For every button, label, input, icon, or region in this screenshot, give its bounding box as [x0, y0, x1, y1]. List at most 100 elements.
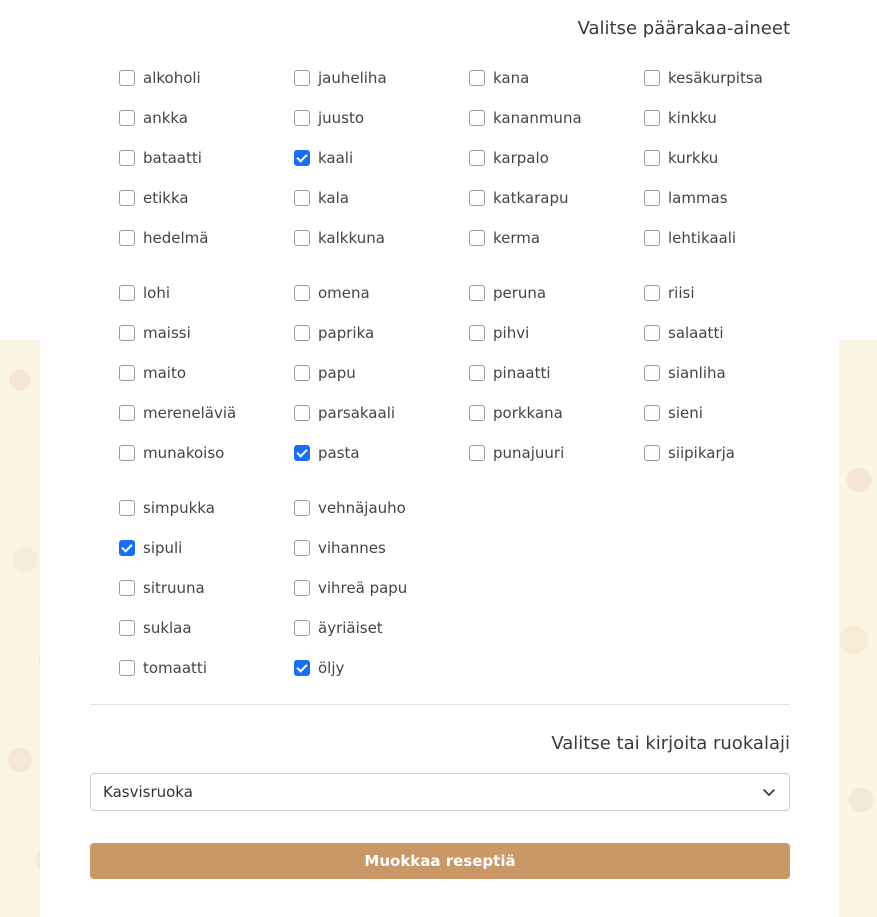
ingredient-option[interactable]: jauheliha: [294, 58, 469, 98]
ingredient-option[interactable]: lehtikaali: [644, 218, 819, 258]
ingredient-option[interactable]: katkarapu: [469, 178, 644, 218]
ingredient-option[interactable]: vehnäjauho: [294, 488, 469, 528]
ingredient-option[interactable]: karpalo: [469, 138, 644, 178]
ingredient-option[interactable]: kananmuna: [469, 98, 644, 138]
ingredient-option[interactable]: etikka: [119, 178, 294, 218]
ingredient-checkbox[interactable]: [644, 445, 660, 461]
ingredient-checkbox[interactable]: [294, 580, 310, 596]
ingredient-checkbox[interactable]: [644, 150, 660, 166]
ingredient-checkbox[interactable]: [294, 325, 310, 341]
ingredient-option[interactable]: siipikarja: [644, 433, 819, 473]
ingredient-option[interactable]: lohi: [119, 273, 294, 313]
ingredient-option[interactable]: kaali: [294, 138, 469, 178]
ingredient-checkbox[interactable]: [469, 70, 485, 86]
ingredient-checkbox[interactable]: [644, 230, 660, 246]
submit-button[interactable]: Muokkaa reseptiä: [90, 843, 790, 879]
ingredient-option[interactable]: sianliha: [644, 353, 819, 393]
ingredient-option[interactable]: bataatti: [119, 138, 294, 178]
ingredient-checkbox[interactable]: [119, 150, 135, 166]
ingredient-option[interactable]: sieni: [644, 393, 819, 433]
ingredient-option[interactable]: tomaatti: [119, 648, 294, 688]
ingredient-checkbox[interactable]: [294, 150, 310, 166]
ingredient-option[interactable]: kesäkurpitsa: [644, 58, 819, 98]
ingredient-checkbox[interactable]: [469, 110, 485, 126]
category-select[interactable]: Kasvisruoka: [90, 773, 790, 811]
ingredient-option[interactable]: alkoholi: [119, 58, 294, 98]
ingredient-checkbox[interactable]: [294, 285, 310, 301]
ingredient-checkbox[interactable]: [469, 285, 485, 301]
ingredient-checkbox[interactable]: [119, 540, 135, 556]
ingredient-option[interactable]: lammas: [644, 178, 819, 218]
ingredient-option[interactable]: salaatti: [644, 313, 819, 353]
ingredient-checkbox[interactable]: [119, 110, 135, 126]
ingredient-checkbox[interactable]: [469, 230, 485, 246]
ingredient-option[interactable]: kana: [469, 58, 644, 98]
ingredient-checkbox[interactable]: [119, 580, 135, 596]
ingredient-option[interactable]: maito: [119, 353, 294, 393]
ingredient-option[interactable]: kalkkuna: [294, 218, 469, 258]
ingredient-option[interactable]: munakoiso: [119, 433, 294, 473]
ingredient-checkbox[interactable]: [119, 620, 135, 636]
ingredient-checkbox[interactable]: [119, 285, 135, 301]
ingredient-checkbox[interactable]: [119, 190, 135, 206]
ingredient-option[interactable]: peruna: [469, 273, 644, 313]
ingredient-checkbox[interactable]: [294, 365, 310, 381]
ingredient-checkbox[interactable]: [469, 405, 485, 421]
ingredient-checkbox[interactable]: [644, 285, 660, 301]
ingredient-option[interactable]: kerma: [469, 218, 644, 258]
ingredient-option[interactable]: parsakaali: [294, 393, 469, 433]
ingredient-option[interactable]: juusto: [294, 98, 469, 138]
ingredient-option[interactable]: kurkku: [644, 138, 819, 178]
ingredient-checkbox[interactable]: [294, 540, 310, 556]
ingredient-option[interactable]: ankka: [119, 98, 294, 138]
ingredient-option[interactable]: suklaa: [119, 608, 294, 648]
ingredient-checkbox[interactable]: [469, 365, 485, 381]
ingredient-option[interactable]: kinkku: [644, 98, 819, 138]
ingredient-checkbox[interactable]: [644, 70, 660, 86]
ingredient-option[interactable]: omena: [294, 273, 469, 313]
ingredient-checkbox[interactable]: [294, 620, 310, 636]
ingredient-option[interactable]: pinaatti: [469, 353, 644, 393]
ingredient-checkbox[interactable]: [119, 660, 135, 676]
ingredient-option[interactable]: porkkana: [469, 393, 644, 433]
ingredient-option[interactable]: punajuuri: [469, 433, 644, 473]
ingredient-option[interactable]: simpukka: [119, 488, 294, 528]
ingredient-checkbox[interactable]: [294, 110, 310, 126]
ingredient-option[interactable]: mereneläviä: [119, 393, 294, 433]
ingredient-checkbox[interactable]: [119, 445, 135, 461]
ingredient-checkbox[interactable]: [294, 405, 310, 421]
ingredient-checkbox[interactable]: [469, 190, 485, 206]
ingredient-checkbox[interactable]: [294, 230, 310, 246]
ingredient-option[interactable]: öljy: [294, 648, 469, 688]
ingredient-option[interactable]: pihvi: [469, 313, 644, 353]
ingredient-option[interactable]: maissi: [119, 313, 294, 353]
ingredient-option[interactable]: vihreä papu: [294, 568, 469, 608]
ingredient-checkbox[interactable]: [644, 325, 660, 341]
ingredient-option[interactable]: sipuli: [119, 528, 294, 568]
ingredient-checkbox[interactable]: [294, 500, 310, 516]
ingredient-option[interactable]: papu: [294, 353, 469, 393]
ingredient-checkbox[interactable]: [294, 190, 310, 206]
ingredient-checkbox[interactable]: [294, 660, 310, 676]
ingredient-option[interactable]: hedelmä: [119, 218, 294, 258]
ingredient-checkbox[interactable]: [119, 500, 135, 516]
ingredient-checkbox[interactable]: [119, 70, 135, 86]
ingredient-checkbox[interactable]: [119, 325, 135, 341]
ingredient-option[interactable]: sitruuna: [119, 568, 294, 608]
ingredient-checkbox[interactable]: [469, 325, 485, 341]
ingredient-option[interactable]: äyriäiset: [294, 608, 469, 648]
ingredient-checkbox[interactable]: [644, 190, 660, 206]
ingredient-checkbox[interactable]: [119, 230, 135, 246]
ingredient-checkbox[interactable]: [644, 365, 660, 381]
ingredient-option[interactable]: riisi: [644, 273, 819, 313]
ingredient-checkbox[interactable]: [469, 445, 485, 461]
ingredient-option[interactable]: vihannes: [294, 528, 469, 568]
ingredient-option[interactable]: paprika: [294, 313, 469, 353]
ingredient-checkbox[interactable]: [119, 365, 135, 381]
ingredient-option[interactable]: pasta: [294, 433, 469, 473]
ingredient-checkbox[interactable]: [644, 405, 660, 421]
ingredient-option[interactable]: kala: [294, 178, 469, 218]
ingredient-checkbox[interactable]: [294, 70, 310, 86]
ingredient-checkbox[interactable]: [119, 405, 135, 421]
ingredient-checkbox[interactable]: [294, 445, 310, 461]
